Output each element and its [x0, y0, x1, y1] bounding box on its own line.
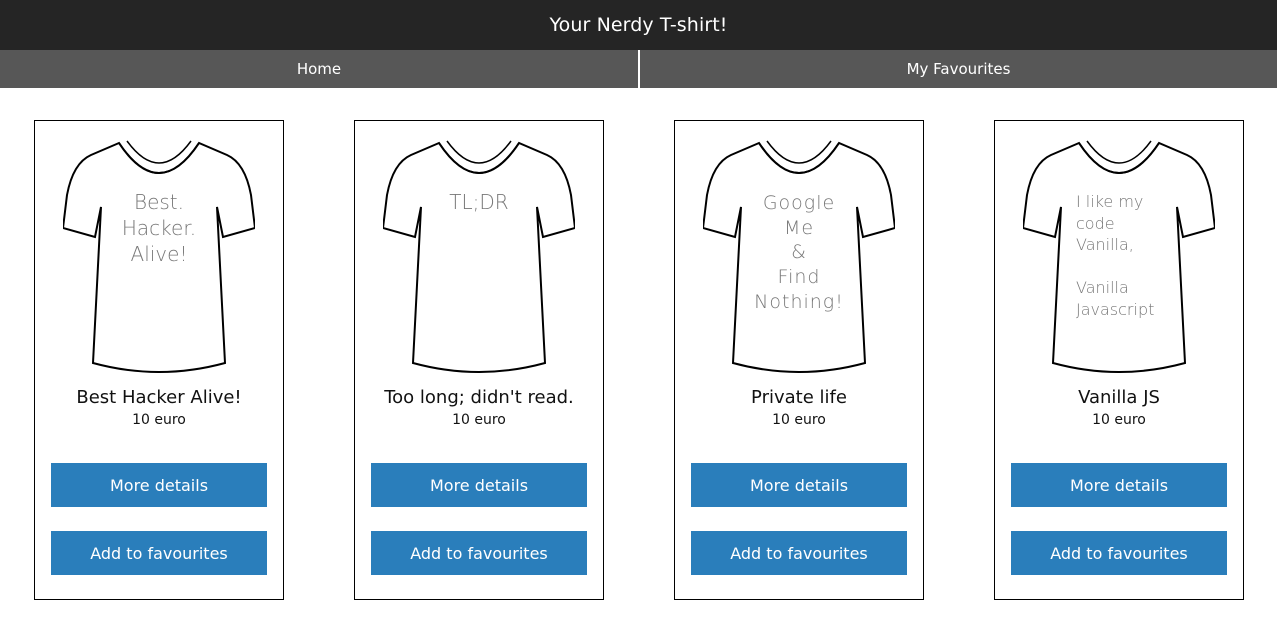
product-card: I like my code Vanilla, Vanilla Javascri… [994, 120, 1244, 600]
more-details-button[interactable]: More details [691, 463, 907, 507]
t-shirt-icon [383, 140, 575, 373]
product-price: 10 euro [452, 412, 506, 428]
add-to-favourites-button[interactable]: Add to favourites [691, 531, 907, 575]
add-to-favourites-button[interactable]: Add to favourites [371, 531, 587, 575]
more-details-button[interactable]: More details [371, 463, 587, 507]
add-to-favourites-button[interactable]: Add to favourites [51, 531, 267, 575]
main-nav: Home My Favourites [0, 50, 1277, 88]
site-title: Your Nerdy T-shirt! [549, 14, 728, 36]
product-price: 10 euro [772, 412, 826, 428]
product-title: Vanilla JS [1078, 387, 1160, 408]
nav-home[interactable]: Home [0, 50, 638, 88]
shirt-print-text: I like my code Vanilla, Vanilla Javascri… [1076, 192, 1155, 319]
nav-my-favourites[interactable]: My Favourites [640, 50, 1277, 88]
shirt-print-text: Google Me & Find Nothing! [754, 192, 844, 313]
shirt-print-text: Best. Hacker. Alive! [121, 190, 197, 266]
product-price: 10 euro [132, 412, 186, 428]
product-card: Best. Hacker. Alive! Best Hacker Alive! … [34, 120, 284, 600]
product-title: Private life [751, 387, 847, 408]
more-details-button[interactable]: More details [51, 463, 267, 507]
product-price: 10 euro [1092, 412, 1146, 428]
product-card: TL;DR Too long; didn't read. 10 euro Mor… [354, 120, 604, 600]
shirt-print-text: TL;DR [449, 190, 509, 214]
more-details-button[interactable]: More details [1011, 463, 1227, 507]
site-header: Your Nerdy T-shirt! [0, 0, 1277, 50]
product-title: Too long; didn't read. [384, 387, 574, 408]
product-card: Google Me & Find Nothing! Private life 1… [674, 120, 924, 600]
product-grid: Best. Hacker. Alive! Best Hacker Alive! … [0, 88, 1277, 618]
product-title: Best Hacker Alive! [76, 387, 242, 408]
add-to-favourites-button[interactable]: Add to favourites [1011, 531, 1227, 575]
